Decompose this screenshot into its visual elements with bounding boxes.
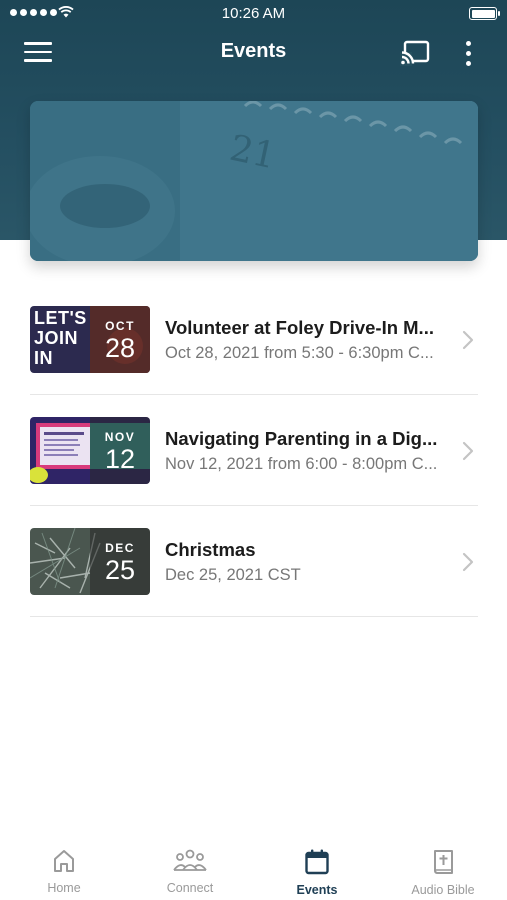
event-month: OCT [105, 319, 135, 333]
home-icon [54, 850, 74, 872]
thumb-date: NOV 12 [90, 417, 150, 484]
tab-label: Connect [166, 881, 214, 895]
event-row-christmas[interactable]: DEC 25 Christmas Dec 25, 2021 CST [30, 506, 478, 617]
event-thumbnail: DEC 25 [30, 528, 150, 595]
event-day: 25 [104, 555, 136, 585]
chevron-right-icon [462, 441, 474, 461]
event-title: Volunteer at Foley Drive-In M... [165, 317, 434, 338]
event-month: NOV [104, 430, 136, 444]
calendar-icon [305, 849, 329, 875]
tab-events[interactable]: Events [267, 848, 367, 900]
chevron-right-icon [462, 330, 474, 350]
status-time: 10:26 AM [221, 5, 286, 22]
thumb-date: DEC 25 [90, 528, 150, 595]
cast-icon[interactable] [400, 40, 430, 66]
tab-label: Events [296, 883, 338, 897]
page-title: Events [220, 40, 287, 62]
status-bar: 10:26 AM [0, 0, 507, 28]
event-thumbnail: NOV 12 [30, 417, 150, 484]
event-day: 28 [104, 333, 136, 363]
tab-label: Audio Bible [411, 883, 475, 897]
tab-connect[interactable]: Connect [140, 848, 240, 900]
event-title: Navigating Parenting in a Dig... [165, 428, 438, 449]
more-vertical-icon[interactable] [458, 39, 478, 67]
chevron-right-icon [462, 552, 474, 572]
hero-banner-image[interactable]: 21 [30, 101, 478, 261]
calendar-photo-illustration: 21 [30, 101, 478, 261]
tab-label: Home [47, 881, 81, 895]
event-day: 12 [104, 444, 136, 474]
tab-audio-bible[interactable]: Audio Bible [393, 848, 493, 900]
event-row-volunteer[interactable]: LET'S JOIN IN OCT 28 Volunteer at Foley … [30, 284, 478, 395]
tab-home[interactable]: Home [14, 848, 114, 900]
event-thumbnail: LET'S JOIN IN OCT 28 [30, 306, 150, 373]
event-subtitle: Dec 25, 2021 CST [165, 566, 301, 584]
bible-icon [434, 850, 453, 874]
event-row-parenting[interactable]: NOV 12 Navigating Parenting in a Dig... … [30, 395, 478, 506]
nav-bar: Events [0, 28, 507, 78]
event-month: DEC [105, 541, 135, 555]
event-subtitle: Oct 28, 2021 from 5:30 - 6:30pm C... [165, 344, 434, 362]
event-subtitle: Nov 12, 2021 from 6:00 - 8:00pm C... [165, 455, 438, 473]
thumb-date: OCT 28 [90, 306, 150, 373]
people-icon [173, 849, 207, 871]
event-title: Christmas [165, 539, 256, 560]
event-list: LET'S JOIN IN OCT 28 Volunteer at Foley … [30, 284, 478, 617]
thumb-text: LET'S JOIN IN [34, 308, 87, 368]
tab-bar: Home Connect Events Audio Bible [0, 838, 507, 900]
battery-icon [469, 7, 500, 20]
